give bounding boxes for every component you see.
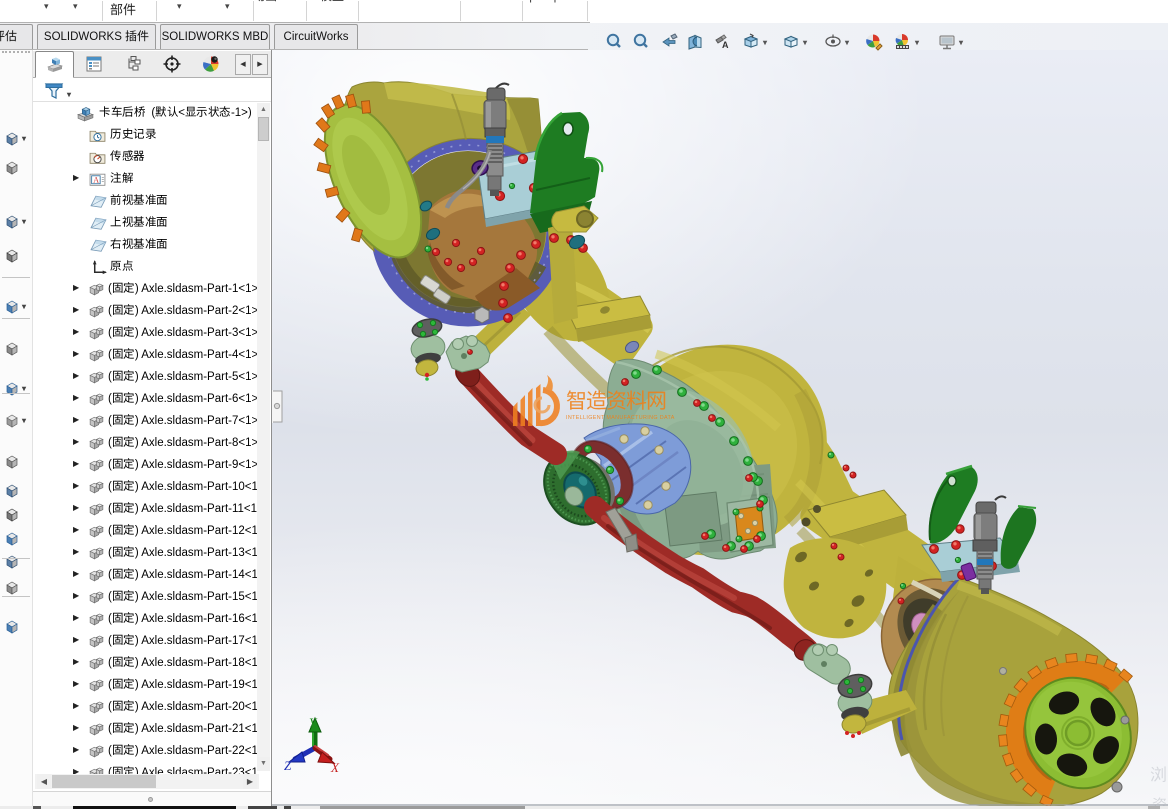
- svg-text:Z: Z: [284, 758, 292, 773]
- svg-text:A: A: [722, 40, 729, 50]
- svg-text:X: X: [330, 760, 340, 775]
- svg-text:INTELLIGENT MANUFACTURING DATA: INTELLIGENT MANUFACTURING DATA: [566, 415, 675, 421]
